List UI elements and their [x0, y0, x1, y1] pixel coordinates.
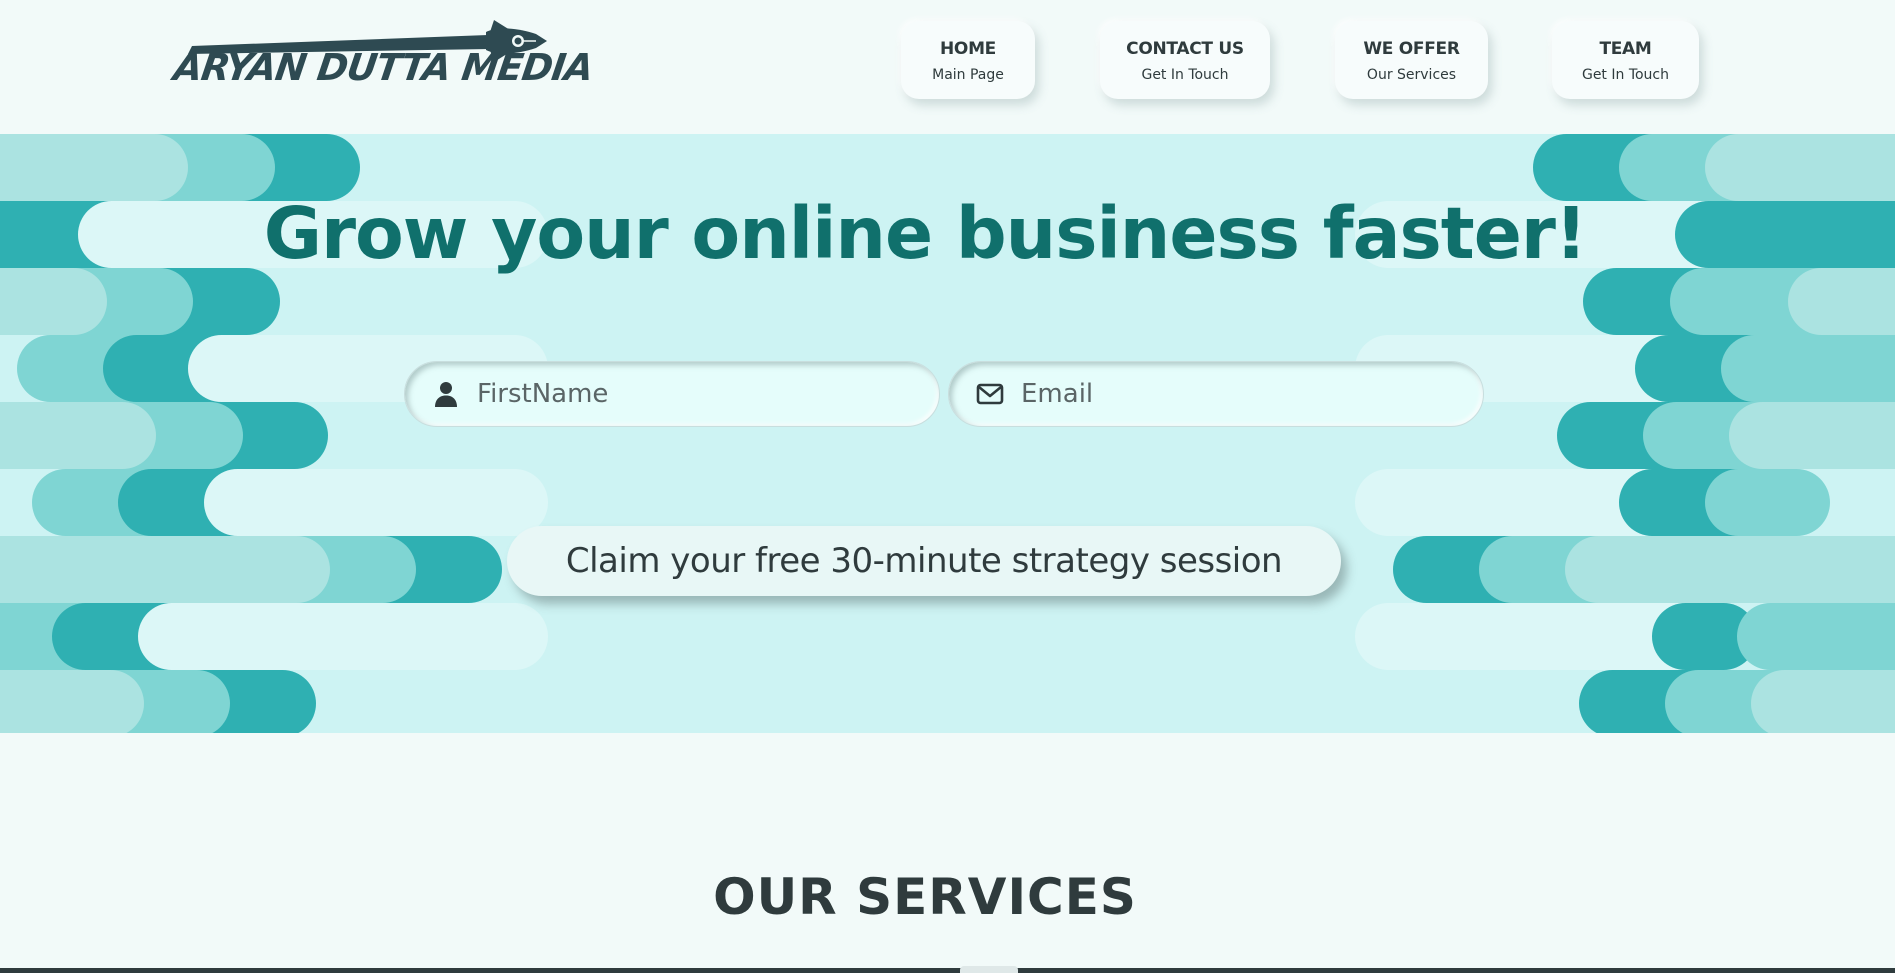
- email-input[interactable]: [1021, 370, 1441, 418]
- nav-item-subtitle: Get In Touch: [1141, 67, 1229, 83]
- nav-item-title: HOME: [939, 39, 996, 59]
- site-header: ARYAN DUTTA MEDIA HOME Main Page CONTACT…: [0, 0, 1895, 134]
- nav-item-subtitle: Get In Touch: [1581, 67, 1670, 83]
- nav-item-team[interactable]: TEAM Get In Touch: [1552, 21, 1699, 99]
- hero-section: Grow your online business faster! Claim …: [0, 134, 1895, 733]
- user-icon: [435, 382, 457, 407]
- firstname-field[interactable]: [404, 361, 940, 427]
- section-divider: [0, 968, 1895, 973]
- nav-item-contact-us[interactable]: CONTACT US Get In Touch: [1100, 21, 1270, 99]
- email-field[interactable]: [948, 361, 1484, 427]
- nav-item-title: CONTACT US: [1126, 39, 1244, 59]
- main-nav: HOME Main Page CONTACT US Get In Touch W…: [0, 21, 1895, 99]
- services-heading: OUR SERVICES: [713, 868, 1137, 926]
- nav-item-title: WE OFFER: [1363, 39, 1460, 59]
- nav-item-we-offer[interactable]: WE OFFER Our Services: [1335, 21, 1488, 99]
- scroll-indicator: [960, 966, 1018, 973]
- nav-item-subtitle: Our Services: [1366, 67, 1457, 83]
- firstname-input[interactable]: [477, 370, 897, 418]
- nav-item-title: TEAM: [1599, 39, 1652, 59]
- hero-headline: Grow your online business faster!: [263, 192, 1588, 275]
- claim-session-button[interactable]: Claim your free 30-minute strategy sessi…: [507, 526, 1341, 596]
- nav-item-home[interactable]: HOME Main Page: [901, 21, 1035, 99]
- envelope-icon: [976, 383, 1004, 405]
- nav-item-subtitle: Main Page: [932, 67, 1004, 83]
